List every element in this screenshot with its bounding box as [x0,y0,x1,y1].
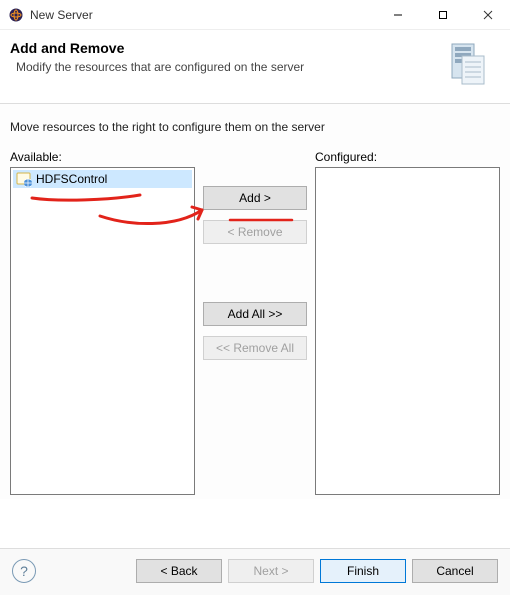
close-button[interactable] [465,0,510,30]
back-button[interactable]: < Back [136,559,222,583]
wizard-footer: ? < Back Next > Finish Cancel [0,548,510,595]
list-item[interactable]: HDFSControl [13,170,192,188]
minimize-button[interactable] [375,0,420,30]
available-column: Available: HDFSControl [10,150,195,495]
banner-description: Modify the resources that are configured… [16,60,448,74]
titlebar: New Server [0,0,510,30]
add-all-button[interactable]: Add All >> [203,302,307,326]
banner-title: Add and Remove [10,40,448,56]
window-controls [375,0,510,30]
help-icon[interactable]: ? [12,559,36,583]
cancel-button[interactable]: Cancel [412,559,498,583]
configured-label: Configured: [315,150,500,164]
wizard-banner: Add and Remove Modify the resources that… [0,30,510,104]
wizard-content: Move resources to the right to configure… [0,104,510,499]
remove-all-button: << Remove All [203,336,307,360]
finish-button[interactable]: Finish [320,559,406,583]
eclipse-icon [8,7,24,23]
maximize-button[interactable] [420,0,465,30]
transfer-buttons: Add > < Remove Add All >> << Remove All [203,150,307,495]
instruction-text: Move resources to the right to configure… [10,120,500,134]
web-module-icon [16,171,32,187]
add-button[interactable]: Add > [203,186,307,210]
configured-listbox[interactable] [315,167,500,495]
available-label: Available: [10,150,195,164]
window-title: New Server [30,8,375,22]
server-icon [448,40,496,91]
next-button: Next > [228,559,314,583]
configured-column: Configured: [315,150,500,495]
available-listbox[interactable]: HDFSControl [10,167,195,495]
list-item-label: HDFSControl [36,172,107,186]
remove-button: < Remove [203,220,307,244]
